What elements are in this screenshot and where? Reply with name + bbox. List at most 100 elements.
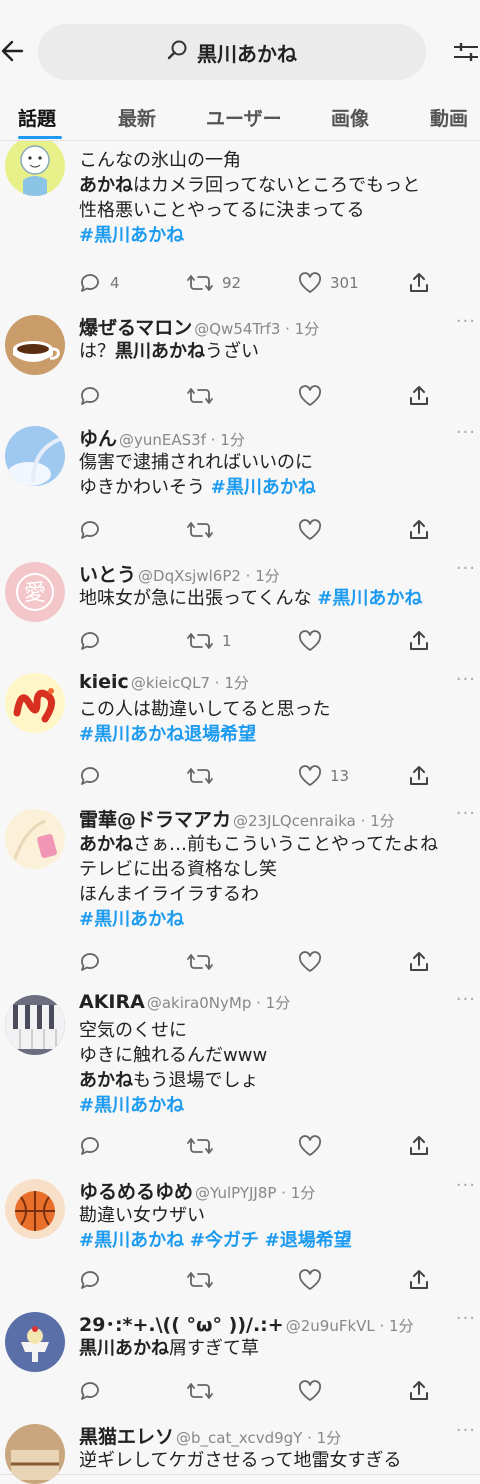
reply-button[interactable] xyxy=(78,1378,110,1404)
reply-button[interactable] xyxy=(78,628,110,654)
display-name[interactable]: いとう xyxy=(79,564,136,586)
hashtag-link[interactable]: #黒川あかね xyxy=(79,1230,184,1251)
reply-button[interactable]: 4 xyxy=(78,270,120,296)
tweet[interactable]: 雷華@ドラマアカ @23JLQcenraika · 1分 ··· あかねさぁ…前もこう… xyxy=(0,799,480,986)
share-button[interactable] xyxy=(408,383,430,409)
retweet-button[interactable] xyxy=(186,383,222,409)
share-button[interactable] xyxy=(408,1378,430,1404)
tweet-line: 性格悪いことやってるに決まってる xyxy=(79,198,478,223)
retweet-button[interactable]: 1 xyxy=(186,628,232,654)
like-button[interactable] xyxy=(298,949,330,975)
display-name[interactable]: 爆ぜるマロン xyxy=(79,317,192,339)
retweet-button[interactable] xyxy=(186,1378,222,1404)
tweet[interactable]: kieic @kieicQL7 · 1分 ··· この人は勘違いしてると思った #黒川あ… xyxy=(0,663,480,800)
tab-trending[interactable]: 話題 xyxy=(18,104,56,131)
tweet[interactable]: 29･:*+.\(( °ω° ))/.:+ @2u9uFkVL · 1分 ··· 黒川… xyxy=(0,1302,480,1415)
tweet-line: あかねさぁ…前もこういうことやってたよね xyxy=(79,832,478,857)
hashtag-link[interactable]: #黒川あかね xyxy=(79,909,184,930)
avatar[interactable] xyxy=(5,136,65,196)
display-name[interactable]: AKIRA xyxy=(79,991,145,1013)
share-button[interactable] xyxy=(408,1133,430,1159)
more-dots-icon[interactable]: ··· xyxy=(456,1308,476,1329)
hashtag-link[interactable]: #黒川あかね xyxy=(211,477,316,498)
more-dots-icon[interactable]: ··· xyxy=(456,311,476,332)
tweet[interactable]: AKIRA @akira0NyMp · 1分 ··· 空気のくせに ゆきに触れるんだww… xyxy=(0,985,480,1170)
tweet[interactable]: 愛 いとう @DqXsjwl6P2 · 1分 ··· 地味女が急に出張ってくんな #黒川… xyxy=(0,552,480,664)
display-name[interactable]: ゆるめるゆめ xyxy=(79,1181,193,1203)
more-dots-icon[interactable]: ··· xyxy=(456,1175,476,1196)
hashtag-link[interactable]: #黒川あかね xyxy=(79,1095,184,1116)
share-button[interactable] xyxy=(408,628,430,654)
hashtag-link[interactable]: #黒川あかね退場希望 xyxy=(79,724,256,745)
avatar[interactable] xyxy=(5,1312,65,1372)
tweet-text: 黒川あかね屑すぎて草 xyxy=(79,1336,478,1361)
display-name[interactable]: 雷華@ドラマアカ xyxy=(79,809,231,831)
reply-button[interactable] xyxy=(78,383,110,409)
like-button[interactable] xyxy=(298,383,330,409)
hashtag-link[interactable]: #今ガチ xyxy=(190,1230,259,1251)
avatar[interactable] xyxy=(5,426,65,486)
display-name[interactable]: 29･:*+.\(( °ω° ))/.:+ xyxy=(79,1314,284,1336)
display-name[interactable]: kieic xyxy=(79,671,129,693)
filter-sliders-icon[interactable] xyxy=(452,40,480,64)
more-dots-icon[interactable]: ··· xyxy=(456,1420,476,1441)
display-name[interactable]: 黒猫エレソ xyxy=(79,1426,174,1448)
avatar[interactable] xyxy=(5,315,65,375)
hashtag-link[interactable]: #黒川あかね xyxy=(79,225,184,246)
tweet[interactable]: ゆるめるゆめ @YulPYJJ8P · 1分 ··· 勘違い女ウザい #黒川あかね #今… xyxy=(0,1169,480,1303)
avatar[interactable]: 愛 xyxy=(5,562,65,622)
back-arrow-icon[interactable] xyxy=(0,38,28,66)
avatar[interactable] xyxy=(5,1179,65,1239)
tab-images[interactable]: 画像 xyxy=(331,104,369,131)
retweet-button[interactable] xyxy=(186,763,222,789)
like-button[interactable] xyxy=(298,1378,330,1404)
share-button[interactable] xyxy=(408,517,430,543)
retweet-button[interactable] xyxy=(186,517,222,543)
avatar[interactable] xyxy=(5,995,65,1055)
tweet[interactable]: ゆん @yunEAS3f · 1分 ··· 傷害で逮捕されればいいのに ゆきかわいそう … xyxy=(0,416,480,553)
share-button[interactable] xyxy=(408,763,430,789)
tweet-text: こんなの氷山の一角 あかねはカメラ回ってないところでもっと 性格悪いことやってるに決… xyxy=(79,148,478,248)
retweet-button[interactable]: 92 xyxy=(186,270,241,296)
like-button[interactable] xyxy=(298,1267,330,1293)
hashtag-link[interactable]: #退場希望 xyxy=(265,1230,352,1251)
more-dots-icon[interactable]: ··· xyxy=(456,558,476,579)
share-button[interactable] xyxy=(408,1267,430,1293)
tweet-header: kieic @kieicQL7 · 1分 xyxy=(79,671,249,693)
reply-button[interactable] xyxy=(78,1267,110,1293)
like-button[interactable] xyxy=(298,517,330,543)
more-dots-icon[interactable]: ··· xyxy=(456,669,476,690)
tweet[interactable]: こんなの氷山の一角 あかねはカメラ回ってないところでもっと 性格悪いことやってるに決… xyxy=(0,136,480,306)
like-button[interactable]: 13 xyxy=(298,763,349,789)
retweet-button[interactable] xyxy=(186,949,222,975)
like-button[interactable]: 301 xyxy=(298,270,359,296)
display-name[interactable]: ゆん xyxy=(79,428,117,450)
tab-latest[interactable]: 最新 xyxy=(118,104,156,131)
reply-button[interactable] xyxy=(78,517,110,543)
search-field[interactable]: 黒川あかね xyxy=(38,24,426,80)
more-dots-icon[interactable]: ··· xyxy=(456,989,476,1010)
hashtag-link[interactable]: #黒川あかね xyxy=(317,588,422,609)
avatar[interactable] xyxy=(5,1424,65,1484)
tweet[interactable]: 爆ぜるマロン @Qw54Trf3 · 1分 ··· は？黒川あかねうざい xyxy=(0,305,480,417)
tab-videos[interactable]: 動画 xyxy=(430,104,468,131)
tweet[interactable]: 黒猫エレソ @b_cat_xcvd9gY · 1分 ··· 逆ギレしてケガさせるって地… xyxy=(0,1414,480,1484)
more-dots-icon[interactable]: ··· xyxy=(456,803,476,824)
reply-button[interactable] xyxy=(78,949,110,975)
text-segment: あかね xyxy=(79,834,133,855)
like-button[interactable] xyxy=(298,1133,330,1159)
avatar[interactable] xyxy=(5,673,65,733)
reply-button[interactable] xyxy=(78,1133,110,1159)
retweet-button[interactable] xyxy=(186,1133,222,1159)
like-button[interactable] xyxy=(298,628,330,654)
tweet-line: #黒川あかね #今ガチ #退場希望 xyxy=(79,1228,478,1253)
retweet-button[interactable] xyxy=(186,1267,222,1293)
avatar[interactable] xyxy=(5,809,65,869)
heart-icon xyxy=(298,1269,322,1291)
reply-button[interactable] xyxy=(78,763,110,789)
share-button[interactable] xyxy=(408,270,430,296)
tab-users[interactable]: ユーザー xyxy=(206,104,282,131)
more-dots-icon[interactable]: ··· xyxy=(456,422,476,443)
share-button[interactable] xyxy=(408,949,430,975)
retweet-arrows-icon xyxy=(186,1269,214,1291)
